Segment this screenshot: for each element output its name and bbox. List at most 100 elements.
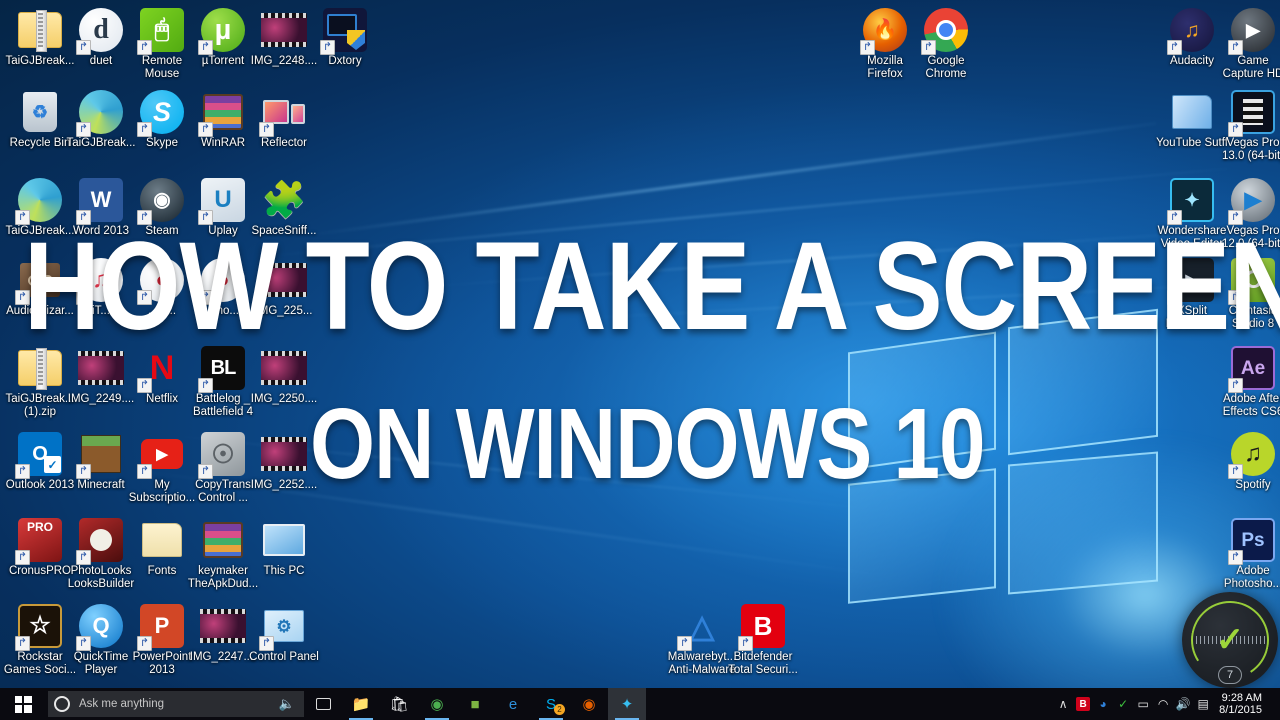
desktop-icon-label: Bitdefender Total Securi... bbox=[726, 651, 800, 677]
shortcut-arrow-icon: ↱ bbox=[15, 464, 30, 479]
powerpoint-icon: P↱ bbox=[138, 602, 186, 650]
bitdefender-icon: B↱ bbox=[739, 602, 787, 650]
desktop-icon-label: Control Panel bbox=[247, 651, 321, 664]
search-box[interactable]: Ask me anything 🔈 bbox=[48, 691, 304, 717]
logo-pane bbox=[1008, 451, 1158, 594]
shortcut-arrow-icon: ↱ bbox=[1228, 122, 1243, 137]
remote-icon: 🖱↱ bbox=[138, 6, 186, 54]
desktop-icon[interactable]: ↱Dxtory bbox=[308, 6, 382, 68]
taskbar: Ask me anything 🔈 📁🛍◉■eS2◉✦ ∧B◕✓▭◠🔊▤ 9:2… bbox=[0, 688, 1280, 720]
taskbar-app-minecraft[interactable]: ■ bbox=[456, 688, 494, 720]
clock-time: 9:28 AM bbox=[1219, 692, 1262, 704]
clock[interactable]: 9:28 AM 8/1/2015 bbox=[1213, 692, 1270, 716]
desktop-icon[interactable]: ⚙↱Control Panel bbox=[247, 602, 321, 664]
utorrent-icon: µ↱ bbox=[199, 6, 247, 54]
windows-logo-icon bbox=[15, 696, 32, 713]
reflect-icon: ↱ bbox=[260, 88, 308, 136]
show-desktop-button[interactable] bbox=[1270, 688, 1276, 720]
bitdefender-tray-icon-glyph: B bbox=[1076, 697, 1090, 711]
desktop-icon-label: Adobe Photosho... bbox=[1216, 565, 1280, 591]
skype-icon: S↱ bbox=[138, 88, 186, 136]
desktop-icon-label: Dxtory bbox=[308, 55, 382, 68]
winrar-icon bbox=[199, 516, 247, 564]
taskbar-badge: 2 bbox=[554, 704, 565, 715]
action-center-icon-glyph: ▤ bbox=[1198, 697, 1209, 711]
shortcut-arrow-icon: ↱ bbox=[860, 40, 875, 55]
microphone-icon[interactable]: 🔈 bbox=[279, 696, 295, 712]
taskbar-app-microsoft-store[interactable]: 🛍 bbox=[380, 688, 418, 720]
antivirus-status-widget[interactable]: ✓ 7 bbox=[1182, 592, 1278, 688]
shortcut-arrow-icon: ↱ bbox=[1228, 378, 1243, 393]
volume-icon-glyph: 🔊 bbox=[1176, 697, 1191, 711]
shortcut-arrow-icon: ↱ bbox=[1228, 40, 1243, 55]
action-center-icon[interactable]: ▤ bbox=[1193, 688, 1213, 720]
desktop-icon-label: Google Chrome bbox=[909, 55, 983, 81]
malwarebytes-tray-icon[interactable]: ◕ bbox=[1093, 688, 1113, 720]
minecraft-icon: ↱ bbox=[77, 430, 125, 478]
shortcut-arrow-icon: ↱ bbox=[76, 636, 91, 651]
film-icon bbox=[199, 602, 247, 650]
wifi-icon[interactable]: ◠ bbox=[1153, 688, 1173, 720]
taskbar-app-wondershare-video-editor[interactable]: ✦ bbox=[608, 688, 646, 720]
microsoft-edge-icon: e bbox=[502, 693, 524, 715]
battery-icon-glyph: ▭ bbox=[1138, 697, 1149, 711]
zip-icon bbox=[16, 6, 64, 54]
minecraft-icon: ■ bbox=[464, 693, 486, 715]
shortcut-arrow-icon: ↱ bbox=[921, 40, 936, 55]
desktop-icon[interactable]: Ps↱Adobe Photosho... bbox=[1216, 516, 1280, 591]
desktop-icon[interactable]: ↱Google Chrome bbox=[909, 6, 983, 81]
desktop-icon[interactable]: This PC bbox=[247, 516, 321, 578]
winrar-icon: ↱ bbox=[199, 88, 247, 136]
shortcut-arrow-icon: ↱ bbox=[1228, 464, 1243, 479]
taskbar-app-skype[interactable]: S2 bbox=[532, 688, 570, 720]
start-button[interactable] bbox=[0, 688, 46, 720]
taskbar-app-mozilla-firefox[interactable]: ◉ bbox=[570, 688, 608, 720]
outlook-icon: O✓↱ bbox=[16, 430, 64, 478]
taskbar-app-google-chrome[interactable]: ◉ bbox=[418, 688, 456, 720]
show-hidden-icons[interactable]: ∧ bbox=[1053, 688, 1073, 720]
folder-icon bbox=[138, 516, 186, 564]
bitdefender-tray-icon[interactable]: B bbox=[1073, 688, 1093, 720]
film-icon bbox=[260, 6, 308, 54]
desktop-screen: TaiGJBreak...d↱duet🖱↱Remote Mouseµ↱µTorr… bbox=[0, 0, 1280, 720]
mozilla-firefox-icon: ◉ bbox=[578, 693, 600, 715]
desktop-icon[interactable]: ↱Reflector bbox=[247, 88, 321, 150]
video-title-line-1: HOW TO TAKE A SCREENSHOT bbox=[24, 224, 1280, 349]
shortcut-arrow-icon: ↱ bbox=[15, 636, 30, 651]
taskbar-app-file-explorer[interactable]: 📁 bbox=[342, 688, 380, 720]
shortcut-arrow-icon: ↱ bbox=[259, 122, 274, 137]
audacity-icon: ♫↱ bbox=[1168, 6, 1216, 54]
battery-icon[interactable]: ▭ bbox=[1133, 688, 1153, 720]
shortcut-arrow-icon: ↱ bbox=[198, 378, 213, 393]
taskbar-app-microsoft-edge[interactable]: e bbox=[494, 688, 532, 720]
vegas13-icon: ↱ bbox=[1229, 88, 1277, 136]
quicktime-icon: Q↱ bbox=[77, 602, 125, 650]
search-input-placeholder[interactable]: Ask me anything bbox=[79, 698, 279, 710]
spotify-icon: ♫↱ bbox=[1229, 430, 1277, 478]
desktop-icon-label: Game Capture HD bbox=[1216, 55, 1280, 81]
task-view-button[interactable] bbox=[304, 688, 342, 720]
shortcut-arrow-icon: ↱ bbox=[198, 40, 213, 55]
youtube-icon: ▶↱ bbox=[138, 430, 186, 478]
desktop-icon[interactable]: B↱Bitdefender Total Securi... bbox=[726, 602, 800, 677]
file-explorer-icon: 📁 bbox=[350, 693, 372, 715]
widget-badge-count: 7 bbox=[1218, 666, 1242, 684]
desktop-icon-label: Vegas Pro 13.0 (64-bit) bbox=[1216, 137, 1280, 163]
show-hidden-icons-glyph: ∧ bbox=[1059, 697, 1068, 711]
recycle-icon: ♻ bbox=[16, 88, 64, 136]
security-check-tray-icon[interactable]: ✓ bbox=[1113, 688, 1133, 720]
desktop-icon[interactable]: ♫↱Spotify bbox=[1216, 430, 1280, 492]
task-view-icon bbox=[316, 698, 331, 710]
malwarebytes-icon: △↱ bbox=[678, 602, 726, 650]
desktop-icon[interactable]: ↱Vegas Pro 13.0 (64-bit) bbox=[1216, 88, 1280, 163]
wifi-icon-glyph: ◠ bbox=[1158, 697, 1168, 711]
chrome-icon: ↱ bbox=[922, 6, 970, 54]
desktop-icon[interactable]: ▶↱Game Capture HD bbox=[1216, 6, 1280, 81]
thispc-icon bbox=[260, 516, 308, 564]
volume-icon[interactable]: 🔊 bbox=[1173, 688, 1193, 720]
taig-icon: ↱ bbox=[77, 88, 125, 136]
shortcut-arrow-icon: ↱ bbox=[76, 40, 91, 55]
film-icon bbox=[260, 430, 308, 478]
rockstar-icon: ☆↱ bbox=[16, 602, 64, 650]
shortcut-arrow-icon: ↱ bbox=[738, 636, 753, 651]
